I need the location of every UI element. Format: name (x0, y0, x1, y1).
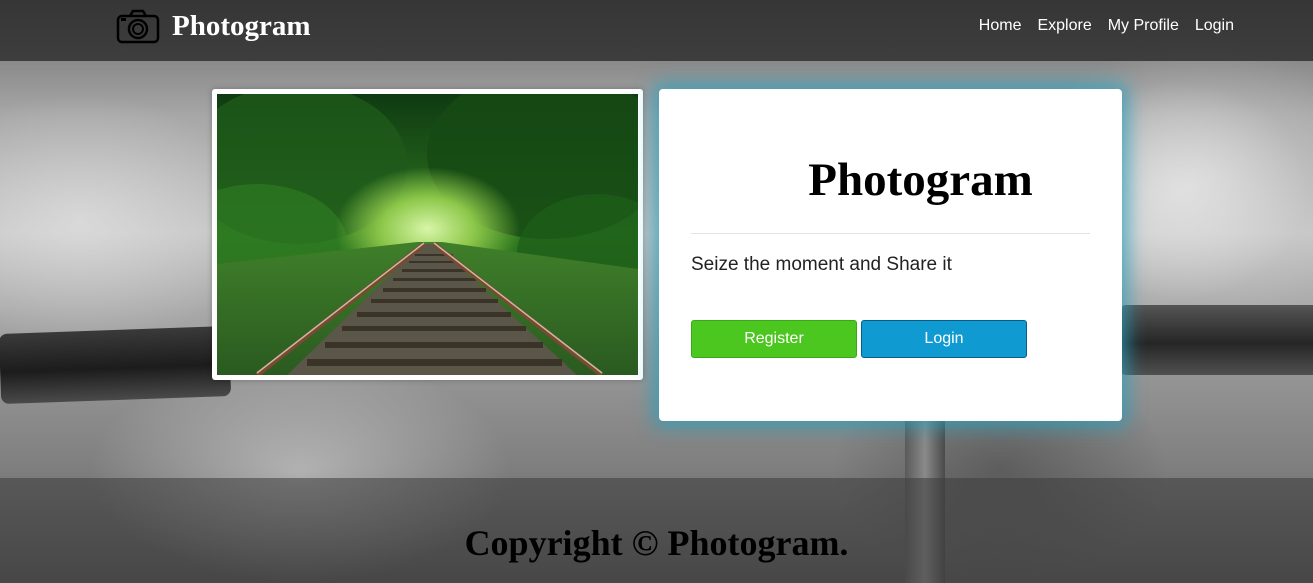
nav-link-login[interactable]: Login (1195, 17, 1234, 35)
login-button[interactable]: Login (861, 320, 1027, 358)
footer: Copyright © Photogram. (0, 478, 1313, 583)
brand-name[interactable]: Photogram (172, 10, 311, 43)
background-log-left (0, 326, 232, 404)
railway-track-image (217, 94, 638, 375)
featured-photo-card (212, 89, 643, 380)
nav-link-explore[interactable]: Explore (1037, 17, 1091, 35)
hero-panel: Photogram Seize the moment and Share it … (659, 89, 1122, 421)
camera-icon (116, 9, 160, 44)
nav-link-my-profile[interactable]: My Profile (1108, 17, 1179, 35)
brand[interactable]: Photogram (116, 6, 311, 46)
register-button[interactable]: Register (691, 320, 857, 358)
nav-link-home[interactable]: Home (979, 17, 1022, 35)
hero-title: Photogram (808, 154, 1033, 206)
background-log-right (1120, 305, 1313, 375)
railway-track-photo (217, 94, 638, 375)
navbar: Photogram Home Explore My Profile Login (0, 0, 1313, 61)
hero-tagline: Seize the moment and Share it (691, 254, 952, 275)
nav-links: Home Explore My Profile Login (979, 17, 1234, 35)
landing-page: Photogram Home Explore My Profile Login (0, 0, 1313, 583)
hero-divider (691, 233, 1090, 234)
footer-copyright: Copyright © Photogram. (464, 523, 849, 563)
